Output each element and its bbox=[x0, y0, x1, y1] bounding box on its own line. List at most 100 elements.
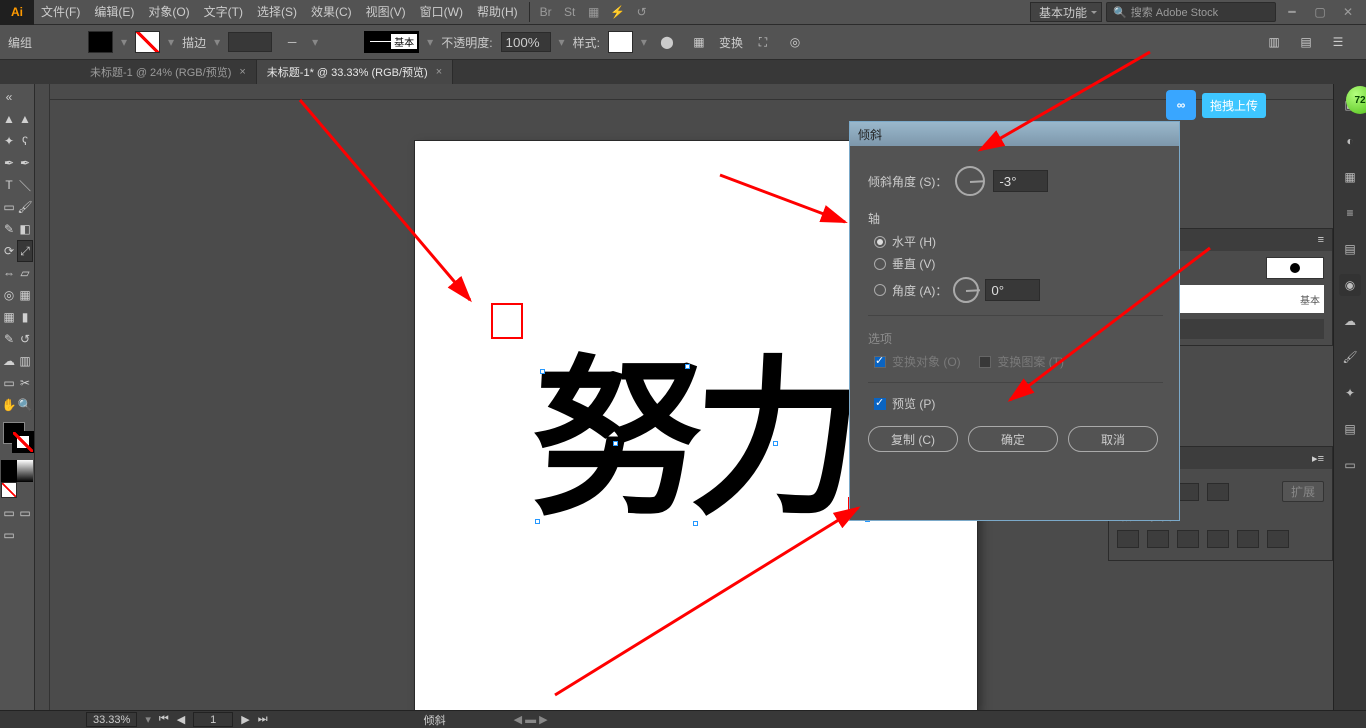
dock-artboards-icon[interactable]: ▭ bbox=[1339, 454, 1361, 476]
symbol-sprayer-tool[interactable]: ☁ bbox=[1, 350, 17, 372]
window-restore-icon[interactable]: ▢ bbox=[1310, 2, 1330, 22]
pathfinder-outline[interactable] bbox=[1237, 530, 1259, 548]
perspective-tool[interactable]: ▦ bbox=[17, 284, 33, 306]
screen-mode-normal[interactable]: ▭ bbox=[1, 502, 17, 524]
pathfinder-crop[interactable] bbox=[1207, 530, 1229, 548]
recolor-art-icon[interactable]: ⬤ bbox=[655, 30, 679, 54]
page-number[interactable]: 1 bbox=[193, 712, 233, 727]
radio-horizontal[interactable]: 水平 (H) bbox=[874, 233, 1163, 250]
curvature-tool[interactable]: ✒ bbox=[17, 152, 33, 174]
radio-vertical[interactable]: 垂直 (V) bbox=[874, 255, 1163, 272]
scale-tool[interactable]: ⤢ bbox=[17, 240, 33, 262]
shaper-tool[interactable]: ✎ bbox=[1, 218, 17, 240]
dock-layers-icon[interactable]: ▤ bbox=[1339, 418, 1361, 440]
menu-effect[interactable]: 效果(C) bbox=[304, 0, 359, 25]
nav-last-icon[interactable]: ⏭ bbox=[258, 713, 268, 726]
lasso-tool[interactable]: ʕ bbox=[17, 130, 33, 152]
stroke-weight-input[interactable] bbox=[228, 32, 272, 52]
swatch-dot[interactable] bbox=[1266, 257, 1324, 279]
nav-next-icon[interactable]: ▶ bbox=[241, 713, 249, 726]
magic-wand-tool[interactable]: ✦ bbox=[1, 130, 17, 152]
dock-stroke-icon[interactable]: ≡ bbox=[1339, 202, 1361, 224]
doc-tab-2[interactable]: 未标题-1* @ 33.33% (RGB/预览) × bbox=[257, 60, 453, 84]
mesh-tool[interactable]: ▦ bbox=[1, 306, 17, 328]
color-mode-none[interactable] bbox=[1, 482, 17, 498]
pathfinder-exclude[interactable] bbox=[1207, 483, 1229, 501]
zoom-tool[interactable]: 🔍 bbox=[17, 394, 33, 416]
cloud-icon[interactable]: ∞ bbox=[1166, 90, 1196, 120]
stroke-profile-icon[interactable]: ─ bbox=[280, 30, 304, 54]
menu-select[interactable]: 选择(S) bbox=[250, 0, 304, 25]
panel-menu-icon[interactable]: ≡ bbox=[1318, 234, 1324, 246]
stock-icon[interactable]: St bbox=[560, 2, 580, 22]
angle2-input[interactable] bbox=[985, 279, 1040, 301]
panel-menu-icon[interactable]: ☰ bbox=[1326, 30, 1350, 54]
eyedropper-tool[interactable]: ✎ bbox=[1, 328, 17, 350]
stroke-swatch[interactable] bbox=[135, 31, 160, 53]
pathfinder-minusback[interactable] bbox=[1267, 530, 1289, 548]
search-input[interactable]: 🔍 搜索 Adobe Stock bbox=[1106, 2, 1276, 22]
screen-mode-presentation[interactable]: ▭ bbox=[1, 524, 17, 546]
dock-color-icon[interactable]: ◐ bbox=[1339, 130, 1361, 152]
upload-hint[interactable]: 拖拽上传 bbox=[1202, 93, 1266, 118]
rectangle-tool[interactable]: ▭ bbox=[1, 196, 17, 218]
arrange-docs-icon[interactable]: ▦ bbox=[584, 2, 604, 22]
sync-icon[interactable]: ↺ bbox=[632, 2, 652, 22]
pathfinder-trim[interactable] bbox=[1147, 530, 1169, 548]
color-mode-color[interactable] bbox=[1, 460, 17, 482]
menu-help[interactable]: 帮助(H) bbox=[470, 0, 525, 25]
dock-gradient-icon[interactable]: ▤ bbox=[1339, 238, 1361, 260]
color-mode-gradient[interactable] bbox=[17, 460, 33, 482]
green-badge[interactable]: 72 bbox=[1346, 86, 1366, 114]
menu-file[interactable]: 文件(F) bbox=[34, 0, 87, 25]
workspace-switcher[interactable]: 基本功能 bbox=[1030, 2, 1102, 22]
ok-button[interactable]: 确定 bbox=[968, 426, 1058, 452]
angle-dial[interactable] bbox=[953, 277, 979, 303]
menu-type[interactable]: 文字(T) bbox=[197, 0, 250, 25]
direct-selection-tool[interactable]: ▲ bbox=[17, 108, 33, 130]
cancel-button[interactable]: 取消 bbox=[1068, 426, 1158, 452]
panel-toggle-2-icon[interactable]: ▤ bbox=[1294, 30, 1318, 54]
panel-toggle-1-icon[interactable]: ▥ bbox=[1262, 30, 1286, 54]
hand-tool[interactable]: ✋ bbox=[1, 394, 17, 416]
bridge-icon[interactable]: Br bbox=[536, 2, 556, 22]
menu-view[interactable]: 视图(V) bbox=[359, 0, 413, 25]
canvas-text[interactable]: 努力 bbox=[528, 355, 857, 525]
menu-window[interactable]: 窗口(W) bbox=[413, 0, 470, 25]
free-transform-tool[interactable]: ▱ bbox=[17, 262, 33, 284]
window-min-icon[interactable]: ━ bbox=[1282, 2, 1302, 22]
nav-prev-icon[interactable]: ◀ bbox=[177, 713, 185, 726]
transform-each-icon[interactable]: ⛶ bbox=[751, 30, 775, 54]
menu-object[interactable]: 对象(O) bbox=[141, 0, 196, 25]
doc-tab-1[interactable]: 未标题-1 @ 24% (RGB/预览) × bbox=[80, 60, 257, 84]
blend-tool[interactable]: ↺ bbox=[17, 328, 33, 350]
brush-style[interactable]: 基本 bbox=[364, 31, 419, 53]
menu-edit[interactable]: 编辑(E) bbox=[87, 0, 141, 25]
zoom-level[interactable]: 33.33% bbox=[86, 712, 137, 727]
fill-stroke-control[interactable] bbox=[1, 420, 35, 456]
dock-swatches-icon[interactable]: ▦ bbox=[1339, 166, 1361, 188]
status-scroll-icon[interactable]: ◀ ▬ ▶ bbox=[514, 713, 548, 726]
pathfinder-merge[interactable] bbox=[1177, 530, 1199, 548]
collapse-icon[interactable]: « bbox=[1, 86, 17, 108]
dock-libraries-icon[interactable]: ☁ bbox=[1339, 310, 1361, 332]
pathfinder-intersect[interactable] bbox=[1177, 483, 1199, 501]
window-close-icon[interactable]: ✕ bbox=[1338, 2, 1358, 22]
close-icon[interactable]: × bbox=[436, 66, 442, 78]
angle-input[interactable] bbox=[993, 170, 1048, 192]
dock-cc-icon[interactable]: ◉ bbox=[1339, 274, 1361, 296]
type-tool[interactable]: T bbox=[1, 174, 17, 196]
pen-tool[interactable]: ✒ bbox=[1, 152, 17, 174]
shape-builder-tool[interactable]: ◎ bbox=[1, 284, 17, 306]
gpu-icon[interactable]: ⚡ bbox=[608, 2, 628, 22]
dock-symbols-icon[interactable]: ✦ bbox=[1339, 382, 1361, 404]
gradient-tool[interactable]: ▮ bbox=[17, 306, 33, 328]
angle-dial[interactable] bbox=[955, 166, 985, 196]
line-tool[interactable]: ＼ bbox=[17, 174, 33, 196]
width-tool[interactable]: ⇔ bbox=[1, 262, 17, 284]
radio-angle[interactable]: 角度 (A)： bbox=[874, 277, 1163, 303]
selection-tool[interactable]: ▲ bbox=[1, 108, 17, 130]
paintbrush-tool[interactable]: 🖌 bbox=[17, 196, 33, 218]
eraser-tool[interactable]: ◧ bbox=[17, 218, 33, 240]
close-icon[interactable]: × bbox=[239, 66, 245, 78]
